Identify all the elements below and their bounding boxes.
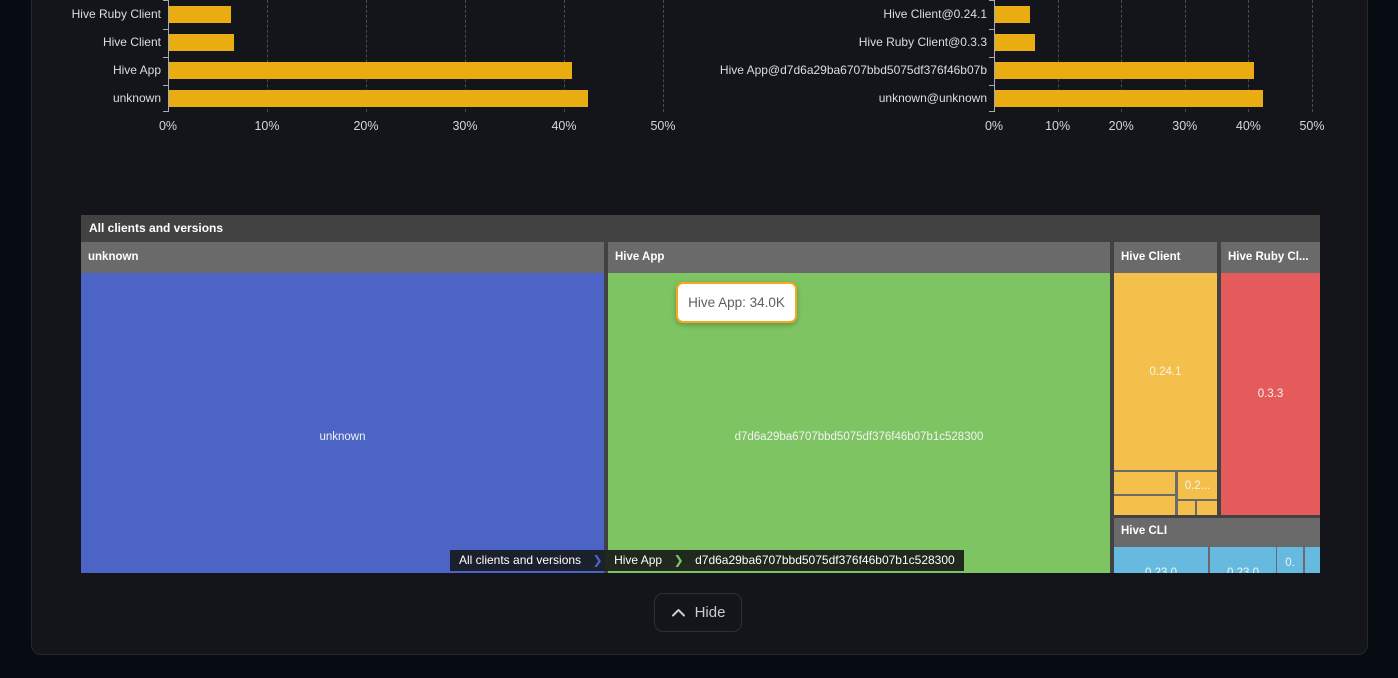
dashboard: Hive Ruby ClientHive ClientHive Appunkno… (0, 0, 1398, 678)
category-label: Hive App@d7d6a29ba6707bbd5075df376f46b07… (587, 62, 987, 79)
treemap-title: All clients and versions (89, 215, 223, 242)
axis-tick (989, 111, 994, 112)
treemap-section-hive-ruby-cl: Hive Ruby Cl...0.3.3 (1221, 242, 1320, 515)
bar[interactable] (995, 34, 1035, 51)
axis-tick-label: 30% (435, 119, 495, 133)
axis-tick-label: 20% (1091, 119, 1151, 133)
treemap-cell[interactable] (1305, 547, 1320, 573)
tooltip: Hive App: 34.0K (676, 282, 797, 323)
treemap-section-hive-cli: Hive CLI0.23.00.23.00. (1114, 518, 1320, 573)
axis-tick-label: 40% (1218, 119, 1278, 133)
treemap-breadcrumb: All clients and versions❯Hive App❯d7d6a2… (450, 550, 964, 571)
axis-tick-label: 10% (237, 119, 297, 133)
treemap-cell[interactable] (1197, 501, 1217, 515)
breadcrumb-item[interactable]: d7d6a29ba6707bbd5075df376f46b07b1c528300 (686, 550, 964, 571)
axis-tick (163, 85, 168, 86)
treemap-section-header[interactable]: Hive Ruby Cl... (1221, 242, 1320, 272)
bar[interactable] (169, 90, 588, 107)
axis-tick-label: 50% (1282, 119, 1342, 133)
axis-tick (163, 57, 168, 58)
treemap-cell[interactable]: unknown (81, 273, 604, 573)
axis-tick-label: 10% (1028, 119, 1088, 133)
axis-tick (163, 29, 168, 30)
breadcrumb-chevron-icon[interactable]: ❯ (590, 550, 605, 571)
treemap-section-header[interactable]: Hive Client (1114, 242, 1217, 272)
breadcrumb-chevron-icon[interactable]: ❯ (671, 550, 686, 571)
axis-tick-label: 0% (138, 119, 198, 133)
treemap-section-hive-client: Hive Client0.24.10.2... (1114, 242, 1217, 515)
treemap-cell[interactable]: 0. (1277, 547, 1303, 573)
treemap-section-header[interactable]: Hive CLI (1114, 518, 1320, 545)
axis-tick (163, 111, 168, 112)
hide-button-label: Hide (695, 604, 726, 621)
treemap-section-header[interactable]: Hive App (608, 242, 1110, 272)
axis-tick (989, 57, 994, 58)
treemap-cell[interactable] (1114, 472, 1175, 494)
breadcrumb-item[interactable]: All clients and versions (450, 550, 590, 571)
bar[interactable] (169, 34, 234, 51)
axis-tick-label: 20% (336, 119, 396, 133)
treemap-cell[interactable]: 0.23.0 (1210, 547, 1276, 573)
category-label: Hive Client (0, 34, 161, 51)
axis-tick (989, 0, 994, 1)
treemap-section-unknown: unknownunknown (81, 242, 604, 573)
tooltip-text: Hive App: 34.0K (688, 295, 785, 310)
category-label: unknown (0, 90, 161, 107)
category-label: Hive Client@0.24.1 (587, 6, 987, 23)
axis-tick (989, 85, 994, 86)
clients-versions-treemap: All clients and versionsunknownunknownHi… (81, 215, 1320, 573)
category-label: Hive App (0, 62, 161, 79)
axis-tick (989, 29, 994, 30)
axis-tick (163, 0, 168, 1)
treemap-cell[interactable]: 0.2... (1178, 472, 1217, 499)
category-label: Hive Ruby Client@0.3.3 (587, 34, 987, 51)
treemap-section-header[interactable]: unknown (81, 242, 604, 272)
treemap-cell[interactable] (1114, 496, 1175, 515)
bar[interactable] (169, 62, 572, 79)
axis-tick-label: 50% (633, 119, 693, 133)
hide-button[interactable]: Hide (654, 593, 742, 632)
axis-tick-label: 0% (964, 119, 1024, 133)
grid-line (1312, 0, 1313, 112)
treemap-cell[interactable]: 0.3.3 (1221, 273, 1320, 515)
category-label: Hive Ruby Client (0, 6, 161, 23)
bar[interactable] (995, 6, 1030, 23)
axis-tick-label: 30% (1155, 119, 1215, 133)
bar[interactable] (169, 6, 231, 23)
treemap-cell[interactable]: 0.24.1 (1114, 273, 1217, 470)
bar[interactable] (995, 62, 1254, 79)
category-label: unknown@unknown (587, 90, 987, 107)
breadcrumb-item[interactable]: Hive App (605, 550, 671, 571)
bar[interactable] (995, 90, 1263, 107)
treemap-cell[interactable]: 0.23.0 (1114, 547, 1208, 573)
chevron-up-icon (671, 608, 686, 617)
treemap-cell[interactable] (1178, 501, 1195, 515)
axis-tick-label: 40% (534, 119, 594, 133)
